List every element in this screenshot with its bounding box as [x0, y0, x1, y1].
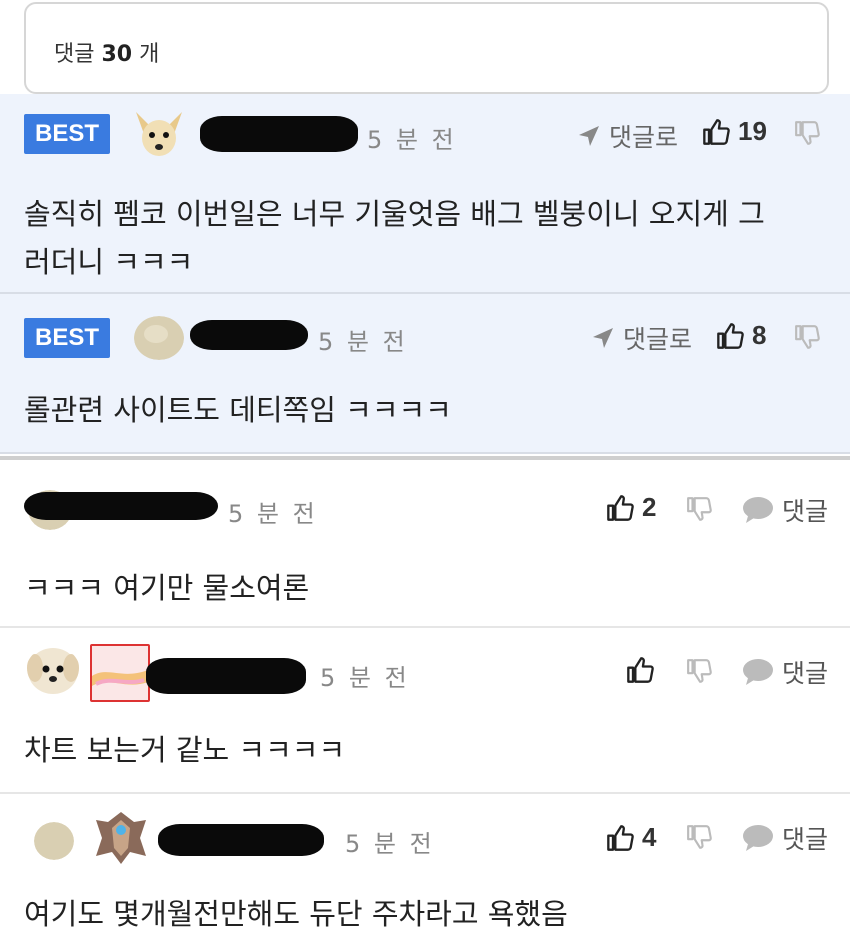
comment-text: 롤관련 사이트도 데티쪽임 ㅋㅋㅋㅋ: [24, 393, 452, 427]
reply-link[interactable]: 댓글로: [577, 118, 678, 154]
redacted-nickname[interactable]: [24, 492, 218, 520]
comment: 5 분 전 댓글 차트 보는거 같노 ㅋㅋㅋㅋ: [0, 628, 850, 794]
send-arrow-icon: [591, 326, 615, 350]
comment-text: ㅋㅋㅋ 여기만 물소여론: [24, 571, 310, 605]
reply-label: 댓글: [782, 659, 829, 688]
redacted-nickname[interactable]: [200, 116, 358, 152]
thumbs-up-icon: [626, 656, 654, 684]
comment-text: 여기도 몇개월전만해도 듀단 주차라고 욕했음: [24, 897, 568, 931]
tier-emblem-icon: [90, 644, 150, 702]
reply-link-label: 댓글로: [609, 123, 679, 152]
like-button[interactable]: 2: [606, 492, 656, 523]
thumbs-down-icon: [794, 120, 820, 146]
thumbs-down-icon: [686, 496, 712, 522]
best-badge: BEST: [24, 114, 110, 154]
thumbs-down-icon: [686, 824, 712, 850]
like-button[interactable]: 4: [606, 822, 656, 853]
thumbs-up-icon: [716, 322, 744, 350]
like-button[interactable]: [626, 656, 662, 684]
best-badge: BEST: [24, 318, 110, 358]
reply-button[interactable]: 댓글: [742, 820, 828, 856]
count-value: 30: [101, 42, 133, 67]
dislike-button[interactable]: [794, 120, 820, 146]
avatar[interactable]: [130, 108, 188, 162]
reply-button[interactable]: 댓글: [742, 492, 828, 528]
thumbs-up-icon: [606, 494, 634, 522]
like-button[interactable]: 19: [702, 116, 767, 147]
comment-text-line: 솔직히 펨코 이번일은 너무 기울엇음 배그 벨붕이니 오지게 그: [24, 197, 765, 231]
thumbs-down-icon: [794, 324, 820, 350]
comment: 5 분 전 2 댓글 ㅋㅋㅋ 여기만 물소여론: [0, 456, 850, 628]
timestamp: 5 분 전: [320, 664, 410, 692]
count-suffix: 개: [139, 42, 160, 67]
timestamp: 5 분 전: [345, 830, 435, 858]
thumbs-up-icon: [606, 824, 634, 852]
redacted-nickname[interactable]: [158, 824, 324, 856]
reply-label: 댓글: [782, 497, 829, 526]
redacted-nickname[interactable]: [146, 658, 306, 694]
tier-emblem-icon: [92, 808, 150, 866]
comment-count-label: 댓글 30 개: [54, 36, 159, 68]
comment-text-line: 러더니 ㅋㅋㅋ: [24, 245, 194, 279]
timestamp: 5 분 전: [228, 500, 318, 528]
reply-label: 댓글: [782, 825, 829, 854]
speech-bubble-icon: [742, 824, 774, 852]
comment: 5 분 전 4 댓글 여기도 몇개월전만해도 듀단 주차라고 욕했음: [0, 794, 850, 950]
comment-text: 솔직히 펨코 이번일은 너무 기울엇음 배그 벨붕이니 오지게 그 러더니 ㅋㅋ…: [24, 190, 765, 286]
like-count: 2: [642, 492, 657, 522]
avatar[interactable]: [34, 822, 74, 860]
avatar[interactable]: [26, 646, 80, 696]
redacted-nickname[interactable]: [190, 320, 308, 350]
dislike-button[interactable]: [686, 824, 712, 850]
speech-bubble-icon: [742, 658, 774, 686]
comment-count-box: 댓글 30 개: [24, 2, 829, 94]
timestamp: 5 분 전: [367, 126, 457, 154]
comment-text: 차트 보는거 같노 ㅋㅋㅋㅋ: [24, 733, 346, 767]
dislike-button[interactable]: [686, 496, 712, 522]
thumbs-up-icon: [702, 118, 730, 146]
count-prefix: 댓글: [54, 42, 95, 67]
like-count: 4: [642, 822, 657, 852]
timestamp: 5 분 전: [318, 328, 408, 356]
reply-link-label: 댓글로: [623, 325, 693, 354]
like-button[interactable]: 8: [716, 320, 766, 351]
like-count: 8: [752, 320, 767, 350]
send-arrow-icon: [577, 124, 601, 148]
dislike-button[interactable]: [794, 324, 820, 350]
speech-bubble-icon: [742, 496, 774, 524]
like-count: 19: [738, 116, 767, 146]
avatar[interactable]: [134, 316, 184, 360]
best-comment: BEST 5 분 전 댓글로 8 롤관련 사이트도 데티쪽임 ㅋㅋㅋㅋ: [0, 294, 850, 454]
dislike-button[interactable]: [686, 658, 712, 684]
reply-link[interactable]: 댓글로: [591, 320, 692, 356]
thumbs-down-icon: [686, 658, 712, 684]
best-comment: BEST 5 분 전 댓글로 19 솔직히 펨코 이번일은 너무 기울엇음 배그…: [0, 94, 850, 294]
reply-button[interactable]: 댓글: [742, 654, 828, 690]
